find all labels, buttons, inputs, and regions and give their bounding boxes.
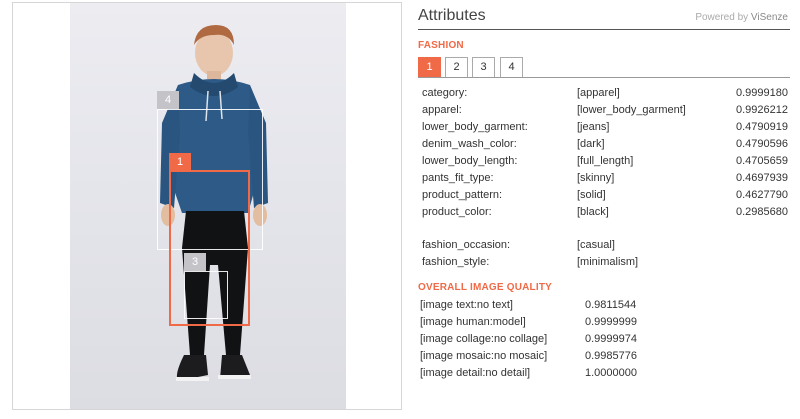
attribute-score: 0.9999180 [736,87,788,99]
extra-attribute-list: fashion_occasion: [casual] fashion_style… [418,239,790,273]
attribute-row: pants_fit_type: [skinny] 0.4697939 [418,172,790,189]
attribute-key: fashion_occasion: [422,239,511,251]
quality-section-label: OVERALL IMAGE QUALITY [418,282,553,293]
attribute-value: [lower_body_garment] [577,104,686,116]
attribute-value: [black] [577,206,609,218]
attribute-score: 0.4627790 [736,189,788,201]
image-frame: 4 1 3 [12,2,402,410]
attribute-key: pants_fit_type: [422,172,494,184]
attribute-score: 0.4705659 [736,155,788,167]
attribute-row: lower_body_length: [full_length] 0.47056… [418,155,790,172]
attribute-value: [casual] [577,239,615,251]
quality-row: [image text:no text] 0.9811544 [418,299,790,316]
attribute-score: 0.9926212 [736,104,788,116]
quality-row: [image human:model] 0.9999999 [418,316,790,333]
quality-key: [image human:model] [420,316,526,328]
attribute-key: category: [422,87,468,99]
model-photo: 4 1 3 [70,3,346,409]
tab-3[interactable]: 3 [472,57,495,77]
quality-score: 0.9985776 [585,350,637,362]
quality-row: [image detail:no detail] 1.0000000 [418,367,790,384]
attribute-key: product_pattern: [422,189,503,201]
attribute-value: [dark] [577,138,605,150]
quality-score: 0.9811544 [585,299,637,311]
tab-4[interactable]: 4 [500,57,523,77]
powered-by-prefix: Powered by [695,12,751,23]
quality-row: [image collage:no collage] 0.9999974 [418,333,790,350]
quality-score: 0.9999999 [585,316,637,328]
attribute-row: lower_body_garment: [jeans] 0.4790919 [418,121,790,138]
attribute-row: fashion_style: [minimalism] [418,256,790,273]
quality-list: [image text:no text] 0.9811544 [image hu… [418,299,790,384]
panel-header: Attributes Powered by ViSenze [418,6,790,30]
tab-2[interactable]: 2 [445,57,468,77]
detection-box-3-label[interactable]: 3 [184,253,206,271]
attribute-key: apparel: [422,104,462,116]
quality-key: [image mosaic:no mosaic] [420,350,548,362]
attribute-row: product_color: [black] 0.2985680 [418,206,790,223]
attribute-row: product_pattern: [solid] 0.4627790 [418,189,790,206]
attribute-key: lower_body_length: [422,155,518,167]
detection-box-3[interactable] [184,271,228,319]
attribute-key: denim_wash_color: [422,138,517,150]
attribute-key: lower_body_garment: [422,121,528,133]
attribute-row: denim_wash_color: [dark] 0.4790596 [418,138,790,155]
attribute-value: [solid] [577,189,606,201]
quality-score: 0.9999974 [585,333,637,345]
quality-key: [image collage:no collage] [420,333,548,345]
attribute-key: product_color: [422,206,492,218]
powered-by: Powered by ViSenze [695,12,788,23]
attribute-value: [skinny] [577,172,615,184]
quality-key: [image text:no text] [420,299,513,311]
detection-box-4-label[interactable]: 4 [157,91,179,109]
fashion-section-label: FASHION [418,40,464,51]
attribute-score: 0.4697939 [736,172,788,184]
quality-row: [image mosaic:no mosaic] 0.9985776 [418,350,790,367]
powered-by-brand[interactable]: ViSenze [751,12,788,23]
attribute-row: category: [apparel] 0.9999180 [418,87,790,104]
detection-tabs: 1 2 3 4 [418,57,790,78]
attribute-value: [full_length] [577,155,634,167]
attributes-panel: Attributes Powered by ViSenze FASHION 1 … [418,0,790,419]
detection-box-1-label[interactable]: 1 [169,153,191,171]
quality-score: 1.0000000 [585,367,637,379]
attribute-row: fashion_occasion: [casual] [418,239,790,256]
panel-title: Attributes [418,7,486,24]
quality-key: [image detail:no detail] [420,367,531,379]
attribute-score: 0.2985680 [736,206,788,218]
attribute-row: apparel: [lower_body_garment] 0.9926212 [418,104,790,121]
tab-1[interactable]: 1 [418,57,441,77]
attribute-value: [jeans] [577,121,610,133]
attribute-value: [minimalism] [577,256,639,268]
attribute-list: category: [apparel] 0.9999180 apparel: [… [418,87,790,223]
attribute-key: fashion_style: [422,256,490,268]
attribute-value: [apparel] [577,87,620,99]
attribute-score: 0.4790596 [736,138,788,150]
attribute-score: 0.4790919 [736,121,788,133]
